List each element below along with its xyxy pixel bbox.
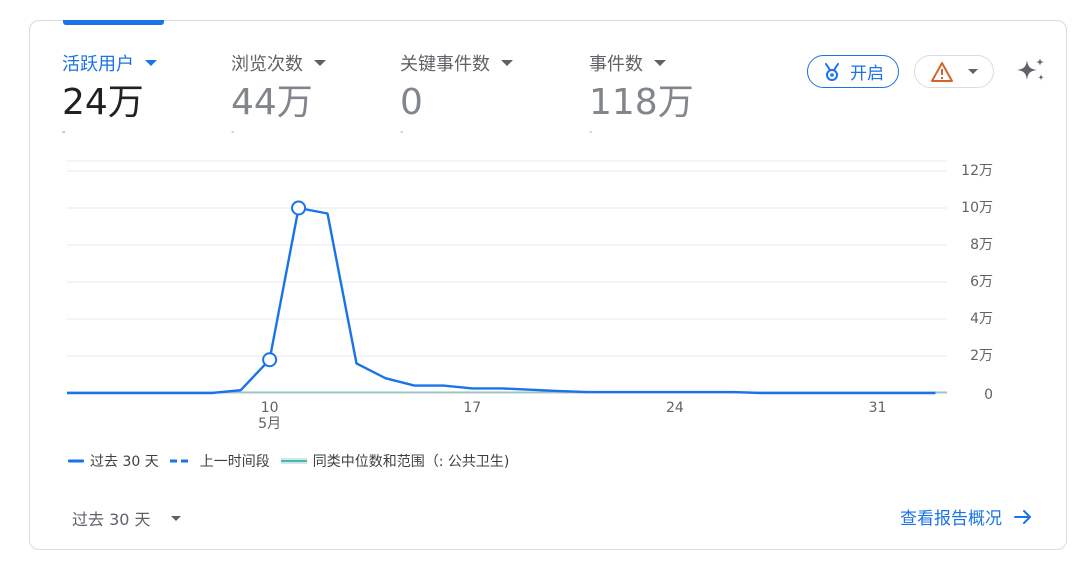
chart-legend: 过去 30 天 上一时间段 同类中位数和范围（: 公共卫生) — [68, 451, 520, 471]
caret-down-icon — [170, 515, 181, 521]
legend-item-current[interactable]: 过去 30 天 — [68, 451, 159, 471]
band-line-icon — [280, 458, 307, 464]
x-tick-label: 10 — [260, 400, 279, 416]
data-point-marker — [262, 352, 278, 368]
solid-line-icon — [68, 459, 84, 463]
y-tick-label: 12万 — [961, 163, 993, 179]
legend-label: 同类中位数和范围（: 公共卫生) — [312, 454, 510, 470]
date-range-label: 过去 30 天 — [72, 510, 151, 529]
view-report-label: 查看报告概况 — [900, 509, 1002, 529]
legend-item-benchmark[interactable]: 同类中位数和范围（: 公共卫生) — [280, 451, 510, 471]
dashed-line-icon — [169, 459, 188, 463]
legend-item-previous[interactable]: 上一时间段 — [169, 451, 270, 471]
legend-label: 过去 30 天 — [90, 454, 159, 470]
view-report-link[interactable]: 查看报告概况 — [900, 504, 1032, 529]
y-tick-label: 10万 — [961, 200, 993, 216]
arrow-right-icon — [1014, 509, 1031, 524]
x-tick-label: 31 — [868, 400, 887, 416]
x-tick-sublabel: 5月 — [258, 416, 282, 432]
y-tick-label: 4万 — [970, 311, 993, 327]
y-tick-label: 2万 — [970, 348, 993, 364]
series-line — [67, 206, 936, 395]
y-tick-label: 8万 — [970, 237, 993, 253]
x-tick-label: 17 — [463, 400, 482, 416]
line-chart — [67, 160, 947, 395]
y-tick-label: 6万 — [970, 274, 993, 290]
y-tick-label: 0 — [984, 387, 993, 403]
data-point-marker — [291, 200, 307, 216]
legend-label: 上一时间段 — [199, 454, 270, 470]
date-range-dropdown[interactable]: 过去 30 天 — [72, 506, 181, 530]
x-tick-label: 24 — [665, 400, 684, 416]
